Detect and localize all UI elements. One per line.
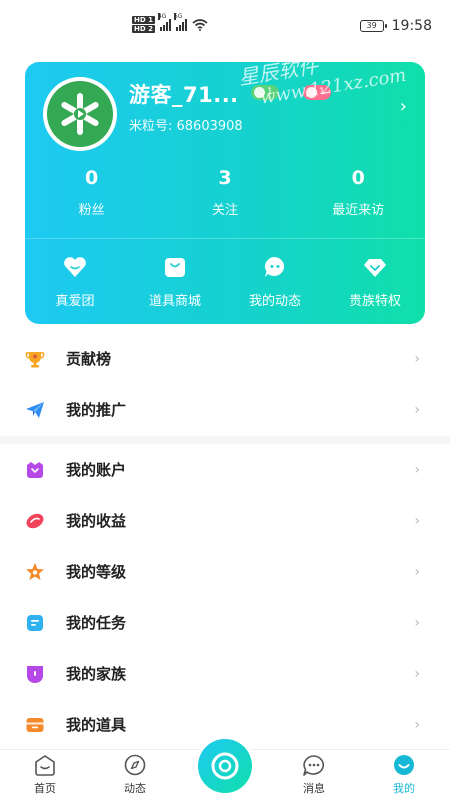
stat-value: 3: [218, 167, 232, 189]
props-box-icon: [25, 715, 45, 735]
menu-label: 我的任务: [66, 614, 127, 632]
menu-group-1: 贡献榜 › 我的推广 ›: [0, 333, 450, 435]
section-divider: [0, 436, 450, 444]
chevron-right-icon[interactable]: ›: [400, 96, 407, 117]
nav-messages[interactable]: 消息: [284, 754, 344, 796]
stat-following[interactable]: 3 关注: [158, 167, 291, 218]
menu-label: 我的等级: [66, 563, 127, 581]
stat-label: 最近来访: [332, 203, 385, 218]
signal-icon-2: 5G: [173, 12, 187, 31]
net2-label: 5G: [173, 12, 183, 20]
badge-gem-icon: [306, 87, 317, 98]
nav-label: 首页: [34, 782, 56, 795]
stat-label: 关注: [211, 203, 238, 218]
earnings-icon: [25, 511, 45, 531]
menu-label: 我的推广: [66, 401, 127, 419]
bottom-nav: 首页 动态 消息 我的: [0, 736, 450, 800]
level-badge-text: 1: [267, 87, 273, 97]
shortcut-label: 贵族特权: [348, 294, 401, 309]
paper-plane-icon: [25, 400, 45, 420]
wealth-badge: 1: [303, 85, 331, 100]
menu-label: 我的家族: [66, 665, 127, 683]
level-star-icon: [25, 562, 45, 582]
avatar[interactable]: [43, 77, 117, 151]
watermark-line2: www.121xz.com: [258, 64, 408, 109]
menu-item-my-family[interactable]: 我的家族 ›: [0, 648, 450, 699]
clock: 19:58: [391, 18, 432, 34]
menu-item-my-level[interactable]: 我的等级 ›: [0, 546, 450, 597]
chevron-right-icon: ›: [414, 614, 420, 631]
chevron-right-icon: ›: [414, 512, 420, 529]
shortcut-label: 道具商城: [148, 294, 201, 309]
stat-value: 0: [85, 167, 99, 189]
task-icon: [25, 613, 45, 633]
stat-value: 0: [351, 167, 365, 189]
battery-icon: 39: [359, 20, 387, 32]
divider: [25, 238, 425, 239]
level-badge: 1: [251, 85, 279, 100]
menu-label: 贡献榜: [66, 350, 112, 368]
chat-bubble-icon: [265, 257, 285, 277]
shortcut-my-moments[interactable]: 我的动态: [225, 254, 325, 309]
nav-label: 动态: [124, 782, 146, 795]
status-bar: HD 1 HD 2 4G 5G 39 19:58: [0, 0, 450, 54]
wallet-icon: [25, 460, 45, 480]
chevron-right-icon: ›: [414, 665, 420, 682]
sim1-label: HD 1: [132, 16, 155, 24]
compass-icon: [124, 754, 146, 776]
user-id: 米粒号: 68603908: [129, 119, 243, 134]
nav-label: 消息: [303, 782, 325, 795]
family-shield-icon: [25, 664, 45, 684]
signal-icon: 4G: [157, 12, 171, 31]
nav-moments[interactable]: 动态: [105, 754, 165, 796]
menu-label: 我的收益: [66, 512, 127, 530]
chevron-right-icon: ›: [414, 563, 420, 580]
menu-item-my-account[interactable]: 我的账户 ›: [0, 444, 450, 495]
nav-me[interactable]: 我的: [374, 754, 434, 796]
nav-home[interactable]: 首页: [15, 754, 75, 796]
shortcut-noble-privilege[interactable]: 贵族特权: [325, 254, 425, 309]
trophy-icon: [25, 349, 45, 369]
chevron-right-icon: ›: [414, 401, 420, 418]
menu-item-my-earnings[interactable]: 我的收益 ›: [0, 495, 450, 546]
shortcut-label: 我的动态: [248, 294, 301, 309]
menu-label: 我的道具: [66, 716, 127, 734]
profile-smile-icon: [394, 755, 414, 775]
stat-visitors[interactable]: 0 最近来访: [292, 167, 425, 218]
app-logo-icon: [47, 81, 113, 147]
menu-label: 我的账户: [66, 461, 127, 479]
shortcut-prop-store[interactable]: 道具商城: [125, 254, 225, 309]
menu-item-contribution-board[interactable]: 贡献榜 ›: [0, 333, 450, 384]
badge-heart-icon: [254, 87, 265, 98]
heart-icon: [64, 257, 86, 277]
menu-item-my-promotion[interactable]: 我的推广 ›: [0, 384, 450, 435]
shortcut-label: 真爱团: [55, 294, 95, 309]
message-icon: [303, 755, 325, 776]
diamond-icon: [364, 259, 386, 277]
shortcuts-row: 真爱团 道具商城 我的动态 贵族特权: [25, 254, 425, 309]
menu-item-my-tasks[interactable]: 我的任务 ›: [0, 597, 450, 648]
home-icon: [35, 755, 55, 776]
profile-card[interactable]: 游客_71... 1 1 米粒号: 68603908 › 星辰软件 www.12…: [25, 62, 425, 324]
shopping-bag-icon: [165, 258, 185, 277]
sim2-label: HD 2: [132, 25, 155, 33]
wifi-icon: [192, 18, 208, 31]
stat-label: 粉丝: [78, 203, 105, 218]
signal-indicators: HD 1 HD 2 4G 5G: [132, 12, 208, 33]
stats-row: 0 粉丝 3 关注 0 最近来访: [25, 167, 425, 218]
nickname: 游客_71...: [129, 83, 239, 107]
chevron-right-icon: ›: [414, 350, 420, 367]
nav-go-live[interactable]: [195, 736, 255, 796]
shortcut-fan-club[interactable]: 真爱团: [25, 254, 125, 309]
net1-label: 4G: [157, 12, 167, 20]
wealth-badge-text: 1: [319, 87, 325, 97]
stat-fans[interactable]: 0 粉丝: [25, 167, 158, 218]
nav-label: 我的: [393, 782, 415, 795]
chevron-right-icon: ›: [414, 461, 420, 478]
live-camera-icon: [198, 739, 252, 793]
menu-group-2: 我的账户 › 我的收益 › 我的等级 › 我的任务 › 我的家族 › 我的道具 …: [0, 444, 450, 750]
chevron-right-icon: ›: [414, 716, 420, 733]
